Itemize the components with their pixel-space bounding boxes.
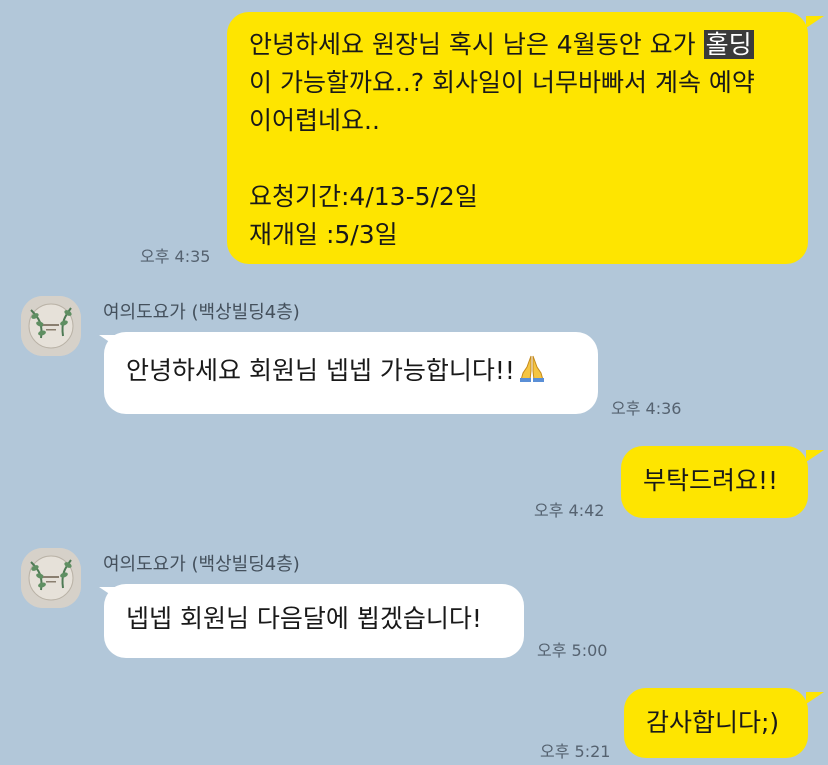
- my-message-bubble[interactable]: 부탁드려요!!: [621, 446, 808, 518]
- their-message-bubble[interactable]: 넵넵 회원님 다음달에 뵙겠습니다!: [104, 584, 524, 658]
- message-text: 안녕하세요 원장님 혹시 남은 4월동안 요가: [249, 30, 704, 59]
- message-time: 오후 5:00: [537, 641, 608, 660]
- bubble-tail: [806, 692, 824, 704]
- message-time: 오후 4:42: [534, 501, 605, 520]
- yoga-studio-logo-avatar: [21, 296, 81, 356]
- avatar[interactable]: [21, 296, 81, 356]
- yoga-studio-logo-avatar: [21, 548, 81, 608]
- message-time: 오후 5:21: [540, 742, 611, 761]
- their-message-bubble[interactable]: 안녕하세요 회원님 넵넵 가능합니다!!: [104, 332, 598, 414]
- sender-name: 여의도요가 (백상빌딩4층): [103, 554, 300, 575]
- bubble-tail: [806, 450, 824, 462]
- message-text: 이 가능할까요..? 회사일이 너무바빠서 계속 예약 이어렵네요.. 요청기간…: [249, 68, 755, 249]
- folded-hands-emoji: [517, 353, 547, 394]
- my-message-bubble[interactable]: 안녕하세요 원장님 혹시 남은 4월동안 요가 홀딩이 가능할까요..? 회사일…: [227, 12, 808, 264]
- chat-room: 오후 4:35 안녕하세요 원장님 혹시 남은 4월동안 요가 홀딩이 가능할까…: [0, 0, 828, 765]
- message-time: 오후 4:35: [140, 247, 211, 266]
- sender-name: 여의도요가 (백상빌딩4층): [103, 302, 300, 323]
- my-message-bubble[interactable]: 감사합니다;): [624, 688, 808, 758]
- avatar[interactable]: [21, 548, 81, 608]
- message-time: 오후 4:36: [611, 399, 682, 418]
- selected-text-highlight: 홀딩: [703, 30, 754, 59]
- message-text: 안녕하세요 회원님 넵넵 가능합니다!!: [126, 356, 515, 385]
- bubble-tail: [806, 16, 824, 28]
